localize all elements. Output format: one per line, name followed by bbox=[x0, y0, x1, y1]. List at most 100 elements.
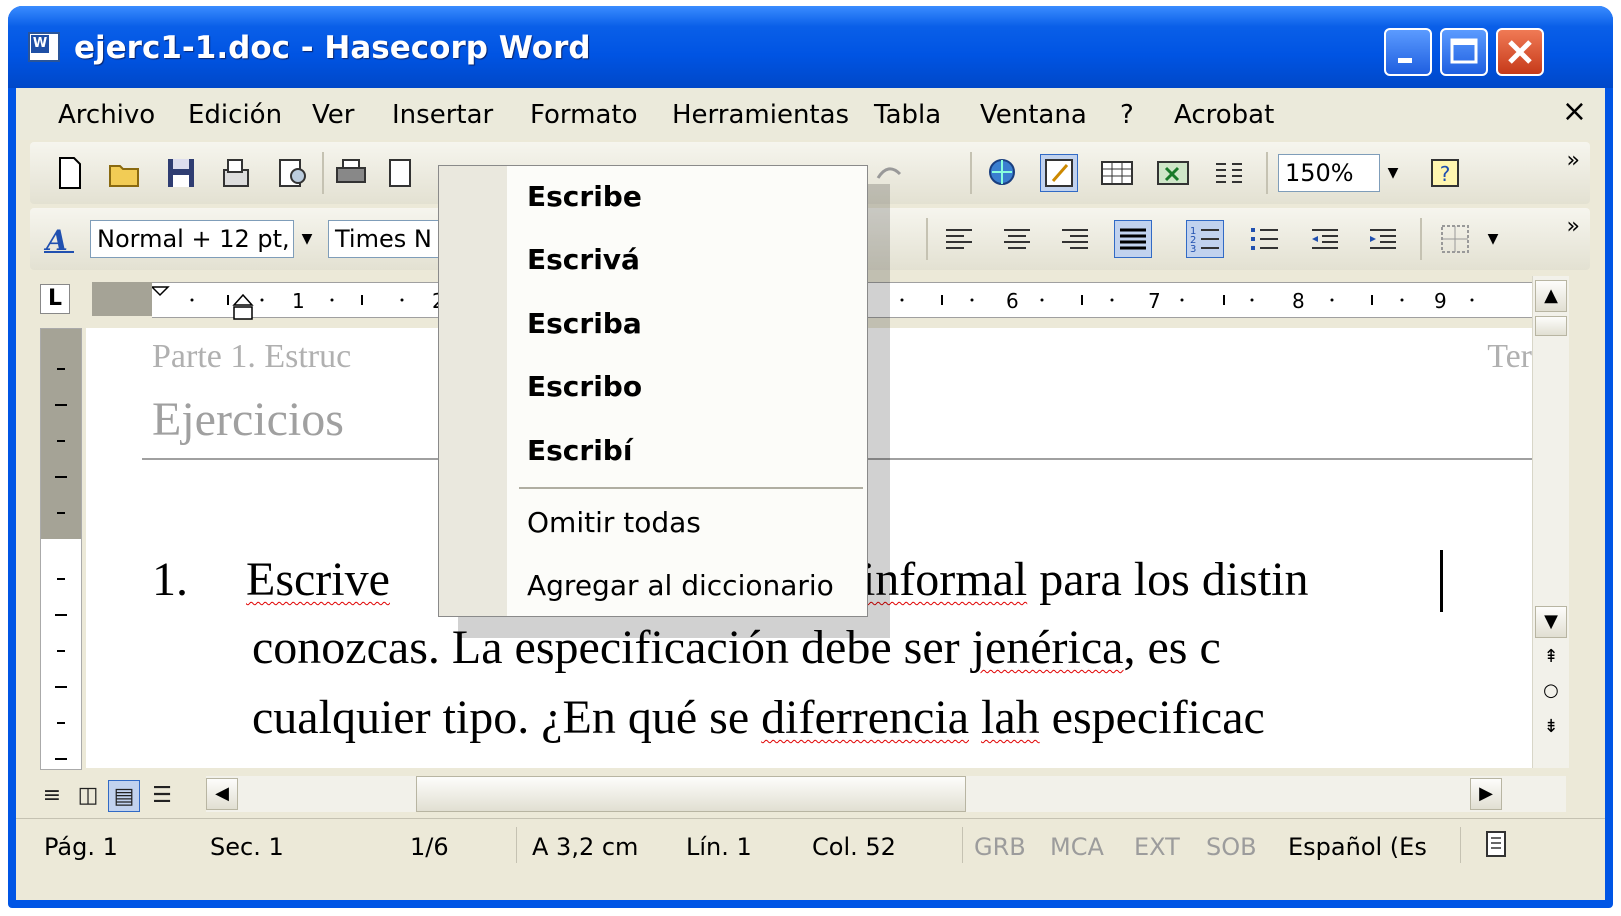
menu-edicion[interactable]: Edición bbox=[188, 100, 282, 130]
misspelled-word[interactable]: lah bbox=[981, 691, 1040, 744]
align-right-icon[interactable] bbox=[1056, 220, 1094, 258]
hyperlink-icon[interactable] bbox=[984, 154, 1022, 192]
align-center-icon[interactable] bbox=[998, 220, 1036, 258]
toolbar-options-icon[interactable]: » bbox=[1567, 148, 1580, 173]
scroll-up-arrow-icon[interactable]: ▲ bbox=[1535, 280, 1567, 312]
bullets-icon[interactable] bbox=[1246, 220, 1284, 258]
status-overtype[interactable]: SOB bbox=[1206, 833, 1257, 861]
zoom-combo[interactable]: 150% bbox=[1278, 154, 1380, 192]
save-icon[interactable] bbox=[162, 154, 200, 192]
title-bar[interactable]: W ejerc1-1.doc - Hasecorp Word bbox=[8, 6, 1613, 88]
page-header-left: Parte 1. Estruc bbox=[152, 338, 352, 375]
close-icon bbox=[1498, 30, 1542, 74]
tables-borders-icon[interactable] bbox=[1040, 154, 1078, 192]
window-title: ejerc1-1.doc - Hasecorp Word bbox=[74, 30, 591, 66]
menu-ver[interactable]: Ver bbox=[312, 100, 354, 130]
zoom-dropdown-arrow-icon[interactable]: ▼ bbox=[1382, 155, 1404, 191]
menu-formato[interactable]: Formato bbox=[530, 100, 638, 130]
misspelled-word[interactable]: jenérica bbox=[972, 621, 1124, 674]
tab-selector-button[interactable]: L bbox=[40, 284, 70, 314]
word-logo-letter: W bbox=[31, 35, 49, 53]
document-close-button[interactable]: × bbox=[1562, 94, 1587, 129]
status-bar: Pág. 1 Sec. 1 1/6 A 3,2 cm Lín. 1 Col. 5… bbox=[16, 818, 1605, 871]
normal-view-icon[interactable]: ≡ bbox=[36, 780, 68, 812]
print-icon[interactable] bbox=[332, 154, 370, 192]
previous-page-icon[interactable]: ⇞ bbox=[1535, 642, 1567, 674]
context-menu-gutter bbox=[439, 166, 507, 616]
insert-excel-icon[interactable] bbox=[1154, 154, 1192, 192]
new-document-icon[interactable] bbox=[50, 154, 88, 192]
horizontal-scroll-thumb[interactable] bbox=[416, 776, 966, 812]
columns-icon[interactable] bbox=[1210, 154, 1248, 192]
suggestion-item[interactable]: Escribe bbox=[527, 180, 642, 213]
toolbar-separator bbox=[926, 218, 928, 260]
style-combo[interactable]: Normal + 12 pt, bbox=[90, 220, 294, 258]
borders-dropdown-arrow-icon[interactable]: ▼ bbox=[1482, 221, 1504, 257]
print-preview-icon[interactable] bbox=[274, 154, 312, 192]
view-and-scroll-row: ≡ ◫ ▤ ☰ ◀ ▶ bbox=[16, 772, 1605, 816]
section-heading: Ejercicios bbox=[152, 393, 344, 446]
vertical-ruler[interactable] bbox=[40, 328, 82, 770]
scroll-right-arrow-icon[interactable]: ▶ bbox=[1470, 778, 1502, 810]
menu-insertar[interactable]: Insertar bbox=[392, 100, 493, 130]
status-language[interactable]: Español (Es bbox=[1288, 833, 1427, 861]
suggestion-item[interactable]: Escribí bbox=[527, 434, 632, 467]
scroll-down-arrow-icon[interactable]: ▼ bbox=[1535, 606, 1567, 638]
status-extend[interactable]: EXT bbox=[1134, 833, 1180, 861]
next-page-icon[interactable]: ⇟ bbox=[1535, 712, 1567, 744]
print-layout-view-icon[interactable]: ▤ bbox=[108, 780, 140, 812]
ignore-all-menu-item[interactable]: Omitir todas bbox=[527, 506, 701, 539]
context-menu-separator bbox=[519, 487, 863, 489]
spelling-status-icon[interactable] bbox=[1482, 829, 1512, 865]
status-separator bbox=[962, 827, 963, 863]
vertical-scroll-thumb[interactable] bbox=[1535, 316, 1567, 336]
status-position: A 3,2 cm bbox=[532, 833, 639, 861]
menu-ventana[interactable]: Ventana bbox=[980, 100, 1087, 130]
toolbar-options-icon[interactable]: » bbox=[1567, 214, 1580, 239]
suggestion-item[interactable]: Escriba bbox=[527, 307, 642, 340]
minimize-button[interactable] bbox=[1384, 28, 1432, 76]
vertical-scrollbar[interactable]: ▲ ▼ ⇞ ○ ⇟ bbox=[1532, 276, 1569, 768]
status-page[interactable]: Pág. 1 bbox=[44, 833, 118, 861]
maximize-button[interactable] bbox=[1440, 28, 1488, 76]
close-window-button[interactable] bbox=[1496, 28, 1544, 76]
horizontal-scrollbar[interactable]: ◀ ▶ bbox=[206, 776, 1566, 812]
suggestion-item[interactable]: Escribo bbox=[527, 370, 642, 403]
outline-view-icon[interactable]: ☰ bbox=[146, 780, 178, 812]
misspelled-word[interactable]: diferrencia bbox=[761, 691, 969, 744]
style-dropdown-arrow-icon[interactable]: ▼ bbox=[296, 221, 318, 257]
svg-text:?: ? bbox=[1440, 162, 1451, 186]
align-left-icon[interactable] bbox=[940, 220, 978, 258]
status-record-macro[interactable]: GRB bbox=[974, 833, 1026, 861]
insert-table-icon[interactable] bbox=[1098, 154, 1136, 192]
menu-acrobat[interactable]: Acrobat bbox=[1174, 100, 1274, 130]
word-app-icon[interactable]: W bbox=[28, 32, 60, 62]
help-icon[interactable]: ? bbox=[1426, 154, 1464, 192]
menu-tabla[interactable]: Tabla bbox=[874, 100, 941, 130]
menu-herramientas[interactable]: Herramientas bbox=[672, 100, 849, 130]
suggestion-item[interactable]: Escrivá bbox=[527, 243, 640, 276]
indent-marker-icon[interactable] bbox=[230, 293, 256, 327]
styles-formatting-icon[interactable]: A bbox=[40, 220, 78, 258]
menu-archivo[interactable]: Archivo bbox=[58, 100, 155, 130]
misspelled-word[interactable]: Escrive bbox=[246, 553, 390, 606]
preview-icon[interactable] bbox=[382, 154, 420, 192]
open-folder-icon[interactable] bbox=[106, 154, 144, 192]
font-combo[interactable]: Times N bbox=[328, 220, 448, 258]
increase-indent-icon[interactable] bbox=[1364, 220, 1402, 258]
justify-icon[interactable] bbox=[1114, 220, 1152, 258]
ruler-number: 9 bbox=[1434, 289, 1447, 313]
browse-object-icon[interactable]: ○ bbox=[1535, 676, 1567, 708]
text-run: para los di bbox=[1039, 553, 1240, 606]
permission-icon[interactable] bbox=[216, 154, 254, 192]
web-layout-view-icon[interactable]: ◫ bbox=[72, 780, 104, 812]
add-to-dictionary-menu-item[interactable]: Agregar al diccionario bbox=[527, 569, 834, 602]
text-run: cualquier tipo. ¿En qué se bbox=[252, 691, 762, 744]
borders-icon[interactable] bbox=[1436, 220, 1474, 258]
decrease-indent-icon[interactable] bbox=[1306, 220, 1344, 258]
paragraph-line-3[interactable]: cualquier tipo. ¿En qué se diferrencia l… bbox=[252, 690, 1265, 745]
menu-help[interactable]: ? bbox=[1120, 100, 1134, 130]
status-track-changes[interactable]: MCA bbox=[1050, 833, 1104, 861]
scroll-left-arrow-icon[interactable]: ◀ bbox=[206, 778, 238, 810]
numbering-icon[interactable]: 123 bbox=[1186, 220, 1224, 258]
